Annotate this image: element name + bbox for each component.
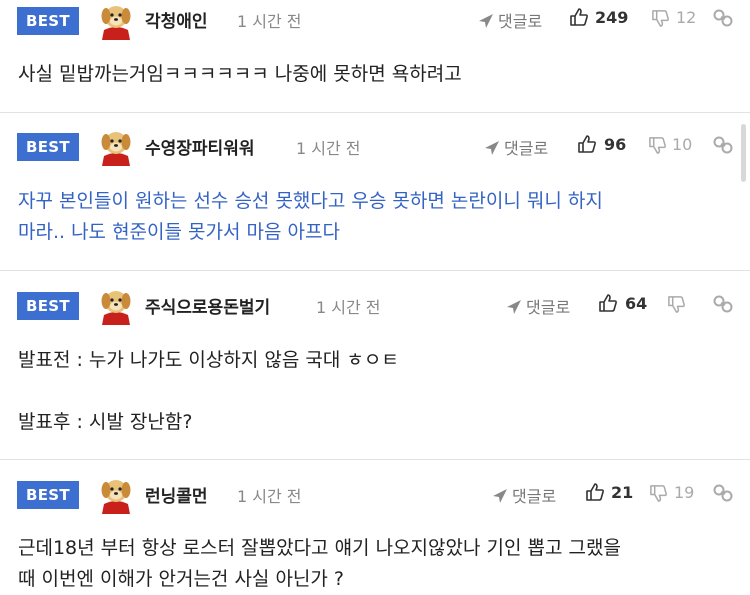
comment-text: 발표전 : 누가 나가도 이상하지 않음 국대 ㅎㅇㅌ 발표후 : 시발 장난함… [18, 345, 399, 438]
paper-plane-icon [485, 141, 499, 155]
comment-line: 발표후 : 시발 장난함? [18, 411, 193, 433]
paper-plane-icon [493, 489, 507, 503]
reply-button[interactable]: 댓글로 [478, 8, 542, 32]
reply-button[interactable]: 댓글로 [484, 135, 548, 159]
comment-author[interactable]: 주식으로용돈벌기 [145, 293, 270, 318]
thumbs-down-icon[interactable] [648, 136, 667, 155]
link-icon[interactable] [712, 294, 734, 314]
paper-plane-icon [507, 300, 521, 314]
puppy-avatar-icon[interactable] [96, 0, 136, 40]
comment-line: 발표전 : 누가 나가도 이상하지 않음 국대 ㅎㅇㅌ [18, 349, 399, 371]
dislike-count: 19 [674, 483, 695, 502]
comment-line-blank [18, 376, 399, 407]
reply-label: 댓글로 [498, 12, 543, 31]
comment-text: 자꾸 본인들이 원하는 선수 승선 못했다고 우승 못하면 논란이니 뭐니 하지… [18, 186, 603, 248]
comment-author[interactable]: 수영장파티워워 [145, 134, 254, 159]
scrollbar-thumb[interactable] [741, 124, 746, 182]
reply-label: 댓글로 [526, 298, 571, 317]
comment-divider [0, 270, 750, 271]
best-badge: BEST [17, 481, 79, 509]
thumbs-up-icon[interactable] [598, 293, 618, 313]
comment-time: 1 시간 전 [237, 487, 302, 506]
reply-label: 댓글로 [512, 487, 557, 506]
comment-line: 때 이번엔 이해가 안거는건 사실 아닌가 ? [18, 568, 345, 590]
thumbs-down-icon[interactable] [667, 295, 686, 314]
puppy-avatar-icon[interactable] [96, 126, 136, 166]
like-count: 21 [611, 483, 634, 502]
comment-divider [0, 459, 750, 460]
reply-button[interactable]: 댓글로 [492, 483, 556, 507]
comment-text: 근데18년 부터 항상 로스터 잘뽑았다고 얘기 나오지않았나 기인 뽑고 그랬… [18, 533, 621, 595]
like-count: 64 [625, 294, 648, 313]
thumbs-up-icon[interactable] [569, 7, 589, 27]
best-badge: BEST [17, 133, 79, 161]
comment-line: 마라.. 나도 현준이들 못가서 마음 아프다 [18, 221, 340, 243]
comment-time: 1 시간 전 [237, 12, 302, 31]
comment-divider [0, 112, 750, 113]
comment-author[interactable]: 각청애인 [145, 7, 208, 32]
comment-time: 1 시간 전 [296, 139, 361, 158]
comment-line: 자꾸 본인들이 원하는 선수 승선 못했다고 우승 못하면 논란이니 뭐니 하지 [18, 190, 603, 212]
like-count: 249 [595, 8, 629, 27]
comment-author[interactable]: 런닝콜먼 [145, 482, 208, 507]
thumbs-up-icon[interactable] [585, 482, 605, 502]
reply-button[interactable]: 댓글로 [506, 294, 570, 318]
link-icon[interactable] [712, 8, 734, 28]
thumbs-down-icon[interactable] [651, 9, 670, 28]
dislike-count: 12 [676, 8, 697, 27]
best-badge: BEST [17, 7, 79, 35]
comment-line: 근데18년 부터 항상 로스터 잘뽑았다고 얘기 나오지않았나 기인 뽑고 그랬… [18, 537, 621, 559]
paper-plane-icon [479, 14, 493, 28]
best-badge: BEST [17, 292, 79, 320]
comment-line: 사실 밑밥까는거임ㅋㅋㅋㅋㅋㅋ 나중에 못하면 욕하려고 [18, 63, 462, 85]
comment-text: 사실 밑밥까는거임ㅋㅋㅋㅋㅋㅋ 나중에 못하면 욕하려고 [18, 59, 462, 90]
puppy-avatar-icon[interactable] [96, 474, 136, 514]
link-icon[interactable] [712, 483, 734, 503]
thumbs-up-icon[interactable] [577, 134, 597, 154]
thumbs-down-icon[interactable] [649, 484, 668, 503]
reply-label: 댓글로 [504, 139, 549, 158]
link-icon[interactable] [712, 135, 734, 155]
puppy-avatar-icon[interactable] [96, 285, 136, 325]
comment-time: 1 시간 전 [316, 298, 381, 317]
dislike-count: 10 [672, 135, 693, 154]
like-count: 96 [604, 135, 627, 154]
